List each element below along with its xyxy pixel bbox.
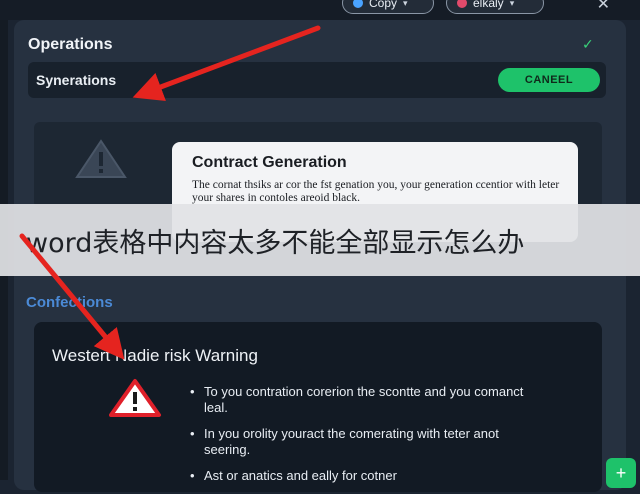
copy-dropdown[interactable]: Copy ▾	[342, 0, 434, 14]
chevron-down-icon: ▾	[403, 0, 408, 8]
user-label: elkaly	[473, 0, 504, 10]
top-toolbar	[0, 0, 640, 20]
list-item: Ast or anatics and eally for cotner	[190, 468, 530, 484]
copy-label: Copy	[369, 0, 398, 10]
close-icon[interactable]: ✕	[597, 0, 610, 14]
check-icon: ✓	[582, 36, 594, 52]
overlay-banner: word表格中内容太多不能全部显示怎么办	[0, 204, 640, 276]
chevron-down-icon: ▾	[509, 0, 515, 8]
dialog-title: Contract Generation	[192, 154, 347, 171]
dialog-body: The cornat thsiks ar cor the fst genatio…	[192, 179, 560, 204]
page-title: Operations	[28, 36, 113, 53]
warning-title: Westert Nadie risk Warning	[52, 346, 258, 365]
warning-icon	[75, 139, 127, 178]
plus-icon[interactable]: +	[606, 458, 636, 488]
warning-icon	[109, 379, 161, 417]
user-icon	[457, 0, 467, 8]
copy-icon	[353, 0, 363, 8]
cancel-button[interactable]: CANEEL	[498, 68, 600, 92]
section-title: Confections	[26, 294, 113, 311]
list-item: To you contration corerion the scontte a…	[190, 384, 530, 416]
warning-list: To you contration corerion the scontte a…	[190, 384, 530, 494]
subbar-label: Synerations	[36, 72, 117, 88]
list-item: In you orolity youract the comerating wi…	[190, 426, 530, 458]
user-dropdown[interactable]: elkaly ▾	[446, 0, 544, 14]
